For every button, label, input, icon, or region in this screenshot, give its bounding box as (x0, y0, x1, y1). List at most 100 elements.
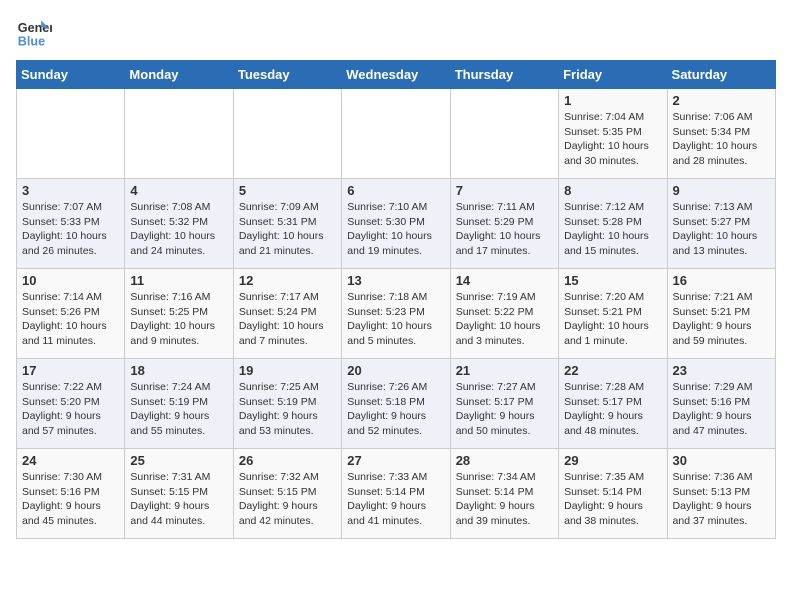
day-number: 13 (347, 273, 444, 288)
day-info: Sunrise: 7:04 AM Sunset: 5:35 PM Dayligh… (564, 110, 661, 169)
day-info: Sunrise: 7:22 AM Sunset: 5:20 PM Dayligh… (22, 380, 119, 439)
day-info: Sunrise: 7:29 AM Sunset: 5:16 PM Dayligh… (673, 380, 770, 439)
header-day-saturday: Saturday (667, 61, 775, 89)
calendar-cell: 27Sunrise: 7:33 AM Sunset: 5:14 PM Dayli… (342, 449, 450, 539)
day-number: 22 (564, 363, 661, 378)
day-info: Sunrise: 7:21 AM Sunset: 5:21 PM Dayligh… (673, 290, 770, 349)
day-info: Sunrise: 7:34 AM Sunset: 5:14 PM Dayligh… (456, 470, 553, 529)
calendar-cell: 23 Sunrise: 7:29 AM Sunset: 5:16 PM Dayli… (667, 359, 775, 449)
day-number: 5 (239, 183, 336, 198)
calendar-cell: 6 Sunrise: 7:10 AM Sunset: 5:30 PM Daylig… (342, 179, 450, 269)
day-info: Sunrise: 7:27 AM Sunset: 5:17 PM Dayligh… (456, 380, 553, 439)
day-info: Sunrise: 7:19 AM Sunset: 5:22 PM Dayligh… (456, 290, 553, 349)
day-info: Sunrise: 7:18 AM Sunset: 5:23 PM Dayligh… (347, 290, 444, 349)
calendar-cell: 20 Sunrise: 7:26 AM Sunset: 5:18 PM Dayli… (342, 359, 450, 449)
calendar-cell: 22 Sunrise: 7:28 AM Sunset: 5:17 PM Dayli… (559, 359, 667, 449)
day-info: Sunrise: 7:26 AM Sunset: 5:18 PM Dayligh… (347, 380, 444, 439)
day-info: Sunrise: 7:14 AM Sunset: 5:26 PM Dayligh… (22, 290, 119, 349)
calendar-cell (233, 89, 341, 179)
calendar-cell: 7 Sunrise: 7:11 AM Sunset: 5:29 PM Daylig… (450, 179, 558, 269)
header-day-friday: Friday (559, 61, 667, 89)
calendar-cell: 17 Sunrise: 7:22 AM Sunset: 5:20 PM Dayli… (17, 359, 125, 449)
calendar-cell: 18 Sunrise: 7:24 AM Sunset: 5:19 PM Dayli… (125, 359, 233, 449)
calendar-cell: 5 Sunrise: 7:09 AM Sunset: 5:31 PM Daylig… (233, 179, 341, 269)
day-number: 2 (673, 93, 770, 108)
calendar-cell: 11 Sunrise: 7:16 AM Sunset: 5:25 PM Dayli… (125, 269, 233, 359)
calendar-cell: 24Sunrise: 7:30 AM Sunset: 5:16 PM Dayli… (17, 449, 125, 539)
day-number: 26 (239, 453, 336, 468)
calendar-cell: 16 Sunrise: 7:21 AM Sunset: 5:21 PM Dayli… (667, 269, 775, 359)
day-info: Sunrise: 7:20 AM Sunset: 5:21 PM Dayligh… (564, 290, 661, 349)
day-number: 8 (564, 183, 661, 198)
day-number: 19 (239, 363, 336, 378)
logo: General Blue (16, 16, 52, 52)
calendar-cell: 4 Sunrise: 7:08 AM Sunset: 5:32 PM Daylig… (125, 179, 233, 269)
day-info: Sunrise: 7:24 AM Sunset: 5:19 PM Dayligh… (130, 380, 227, 439)
calendar-cell: 8Sunrise: 7:12 AM Sunset: 5:28 PM Daylig… (559, 179, 667, 269)
day-number: 15 (564, 273, 661, 288)
day-info: Sunrise: 7:08 AM Sunset: 5:32 PM Dayligh… (130, 200, 227, 259)
header-day-sunday: Sunday (17, 61, 125, 89)
header-day-thursday: Thursday (450, 61, 558, 89)
calendar-cell (450, 89, 558, 179)
header-row: SundayMondayTuesdayWednesdayThursdayFrid… (17, 61, 776, 89)
calendar-cell (17, 89, 125, 179)
day-info: Sunrise: 7:07 AM Sunset: 5:33 PM Dayligh… (22, 200, 119, 259)
day-number: 9 (673, 183, 770, 198)
day-info: Sunrise: 7:16 AM Sunset: 5:25 PM Dayligh… (130, 290, 227, 349)
day-number: 20 (347, 363, 444, 378)
header: General Blue (16, 16, 776, 52)
day-number: 12 (239, 273, 336, 288)
calendar-cell: 25 Sunrise: 7:31 AM Sunset: 5:15 PM Dayli… (125, 449, 233, 539)
calendar-header: SundayMondayTuesdayWednesdayThursdayFrid… (17, 61, 776, 89)
day-info: Sunrise: 7:30 AM Sunset: 5:16 PM Dayligh… (22, 470, 119, 529)
calendar-cell: 15 Sunrise: 7:20 AM Sunset: 5:21 PM Dayli… (559, 269, 667, 359)
day-number: 25 (130, 453, 227, 468)
day-info: Sunrise: 7:31 AM Sunset: 5:15 PM Dayligh… (130, 470, 227, 529)
day-number: 17 (22, 363, 119, 378)
day-number: 6 (347, 183, 444, 198)
calendar-cell (125, 89, 233, 179)
day-number: 16 (673, 273, 770, 288)
day-number: 3 (22, 183, 119, 198)
day-info: Sunrise: 7:35 AM Sunset: 5:14 PM Dayligh… (564, 470, 661, 529)
calendar-week-2: 10 Sunrise: 7:14 AM Sunset: 5:26 PM Dayli… (17, 269, 776, 359)
day-number: 28 (456, 453, 553, 468)
day-number: 1 (564, 93, 661, 108)
calendar-cell: 1 Sunrise: 7:04 AM Sunset: 5:35 PM Daylig… (559, 89, 667, 179)
day-number: 11 (130, 273, 227, 288)
calendar-week-0: 1 Sunrise: 7:04 AM Sunset: 5:35 PM Daylig… (17, 89, 776, 179)
day-info: Sunrise: 7:10 AM Sunset: 5:30 PM Dayligh… (347, 200, 444, 259)
header-day-monday: Monday (125, 61, 233, 89)
day-info: Sunrise: 7:36 AM Sunset: 5:13 PM Dayligh… (673, 470, 770, 529)
logo-icon: General Blue (16, 16, 52, 52)
header-day-tuesday: Tuesday (233, 61, 341, 89)
calendar-cell: 14 Sunrise: 7:19 AM Sunset: 5:22 PM Dayli… (450, 269, 558, 359)
calendar-cell: 26Sunrise: 7:32 AM Sunset: 5:15 PM Dayli… (233, 449, 341, 539)
day-number: 10 (22, 273, 119, 288)
day-number: 7 (456, 183, 553, 198)
day-number: 23 (673, 363, 770, 378)
day-number: 21 (456, 363, 553, 378)
calendar-cell: 21 Sunrise: 7:27 AM Sunset: 5:17 PM Dayli… (450, 359, 558, 449)
day-info: Sunrise: 7:28 AM Sunset: 5:17 PM Dayligh… (564, 380, 661, 439)
day-number: 4 (130, 183, 227, 198)
day-number: 18 (130, 363, 227, 378)
calendar-cell: 9Sunrise: 7:13 AM Sunset: 5:27 PM Daylig… (667, 179, 775, 269)
day-number: 29 (564, 453, 661, 468)
calendar-cell (342, 89, 450, 179)
calendar-week-3: 17 Sunrise: 7:22 AM Sunset: 5:20 PM Dayli… (17, 359, 776, 449)
day-number: 14 (456, 273, 553, 288)
calendar-body: 1 Sunrise: 7:04 AM Sunset: 5:35 PM Daylig… (17, 89, 776, 539)
calendar-cell: 12 Sunrise: 7:17 AM Sunset: 5:24 PM Dayli… (233, 269, 341, 359)
day-info: Sunrise: 7:25 AM Sunset: 5:19 PM Dayligh… (239, 380, 336, 439)
calendar-cell: 3 Sunrise: 7:07 AM Sunset: 5:33 PM Daylig… (17, 179, 125, 269)
day-info: Sunrise: 7:11 AM Sunset: 5:29 PM Dayligh… (456, 200, 553, 259)
header-day-wednesday: Wednesday (342, 61, 450, 89)
calendar-week-1: 3 Sunrise: 7:07 AM Sunset: 5:33 PM Daylig… (17, 179, 776, 269)
day-info: Sunrise: 7:17 AM Sunset: 5:24 PM Dayligh… (239, 290, 336, 349)
calendar-cell: 19 Sunrise: 7:25 AM Sunset: 5:19 PM Dayli… (233, 359, 341, 449)
day-info: Sunrise: 7:09 AM Sunset: 5:31 PM Dayligh… (239, 200, 336, 259)
day-info: Sunrise: 7:06 AM Sunset: 5:34 PM Dayligh… (673, 110, 770, 169)
calendar-cell: 13 Sunrise: 7:18 AM Sunset: 5:23 PM Dayli… (342, 269, 450, 359)
